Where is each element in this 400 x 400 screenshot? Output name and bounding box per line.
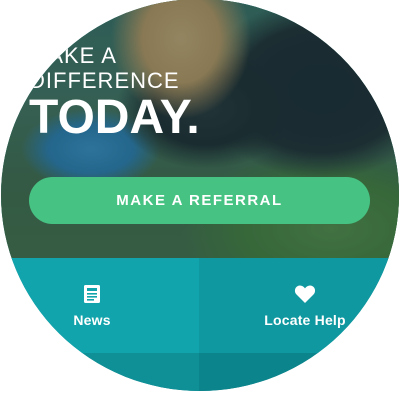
tagline-line-2: DIFFERENCE bbox=[29, 68, 180, 93]
nav-tiles: News Locate Help bbox=[1, 258, 399, 391]
news-tile[interactable]: News bbox=[1, 258, 199, 353]
heart-icon bbox=[294, 284, 316, 304]
locate-help-tile[interactable]: Locate Help bbox=[199, 258, 399, 353]
tagline-line-1: MAKE A bbox=[29, 43, 117, 68]
round-screen: MAKE A DIFFERENCE TODAY. MAKE A REFERRAL… bbox=[1, 0, 399, 391]
news-label: News bbox=[73, 311, 111, 328]
newspaper-icon bbox=[82, 284, 102, 304]
hero-tagline: MAKE A DIFFERENCE TODAY. bbox=[29, 43, 200, 143]
tagline-line-3: TODAY. bbox=[29, 91, 200, 144]
bottom-tile-right bbox=[199, 353, 399, 391]
make-referral-button[interactable]: MAKE A REFERRAL bbox=[29, 177, 370, 224]
locate-help-label: Locate Help bbox=[264, 311, 346, 328]
bottom-tile-left bbox=[1, 353, 199, 391]
